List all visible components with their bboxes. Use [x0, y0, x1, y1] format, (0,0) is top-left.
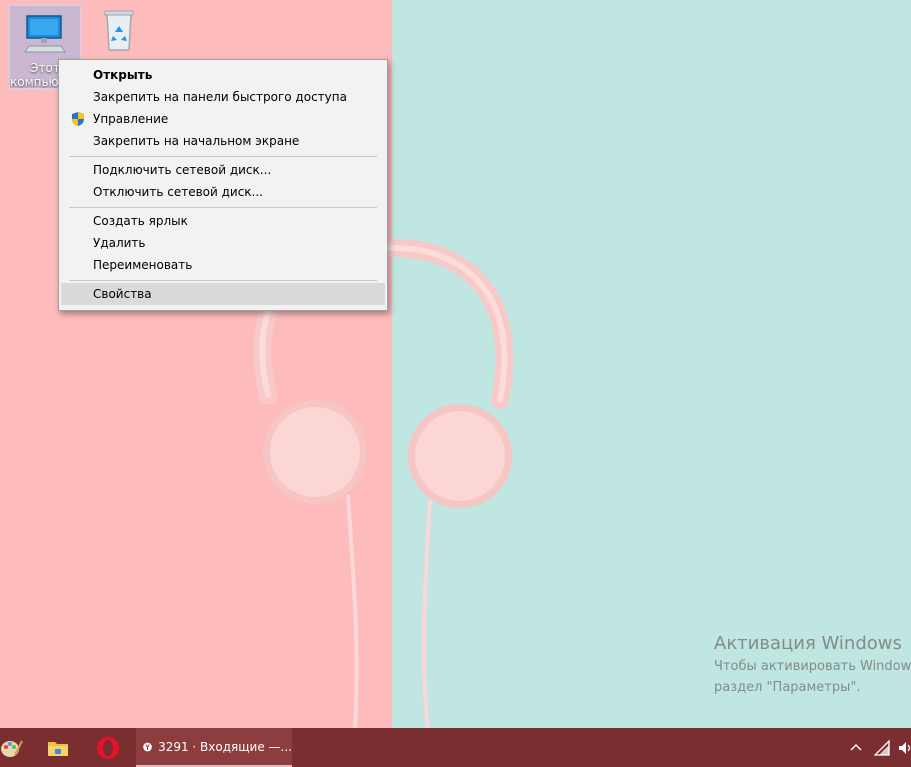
desktop-icon-recycle-bin[interactable]: [84, 6, 154, 56]
context-menu: Открыть Закрепить на панели быстрого дос…: [58, 59, 388, 311]
windows-activation-watermark: Активация Windows Чтобы активировать Win…: [714, 632, 911, 698]
wifi-icon[interactable]: [874, 739, 892, 756]
menu-item-properties[interactable]: Свойства: [61, 283, 385, 305]
uac-shield-icon: [72, 112, 84, 126]
recycle-bin-icon: [104, 10, 134, 51]
menu-item-map-network-drive[interactable]: Подключить сетевой диск...: [61, 159, 385, 181]
computer-icon: [24, 15, 66, 53]
menu-item-rename[interactable]: Переименовать: [61, 254, 385, 276]
taskbar-opera[interactable]: [88, 728, 128, 767]
activation-line2: раздел "Параметры".: [714, 680, 861, 695]
yandex-task-title: 3291 · Входящие —...: [158, 739, 292, 754]
menu-item-delete[interactable]: Удалить: [61, 232, 385, 254]
activation-line1: Чтобы активировать Windows: [714, 659, 911, 674]
menu-separator: [69, 156, 377, 157]
chevron-up-icon[interactable]: [848, 740, 864, 756]
activation-title: Активация Windows: [714, 633, 902, 654]
opera-icon: [97, 736, 119, 759]
menu-item-disconnect-network-drive[interactable]: Отключить сетевой диск...: [61, 181, 385, 203]
taskbar-yandex-browser-task[interactable]: 3291 · Входящие —...: [136, 728, 292, 767]
file-explorer-icon: [48, 741, 68, 756]
menu-item-create-shortcut[interactable]: Создать ярлык: [61, 210, 385, 232]
menu-item-pin-start[interactable]: Закрепить на начальном экране: [61, 130, 385, 152]
yandex-browser-icon: [143, 742, 152, 751]
paint-icon: [1, 740, 23, 757]
taskbar-file-explorer[interactable]: [38, 728, 78, 767]
menu-item-open[interactable]: Открыть: [61, 64, 385, 86]
volume-icon[interactable]: [898, 740, 911, 756]
menu-item-manage-label: Управление: [93, 112, 169, 126]
menu-separator: [69, 280, 377, 281]
menu-item-pin-quick-access[interactable]: Закрепить на панели быстрого доступа: [61, 86, 385, 108]
taskbar-paint[interactable]: [0, 728, 24, 767]
system-tray: [848, 728, 911, 767]
menu-separator: [69, 207, 377, 208]
menu-item-manage[interactable]: Управление: [61, 108, 385, 130]
taskbar: 3291 · Входящие —...: [0, 728, 911, 767]
